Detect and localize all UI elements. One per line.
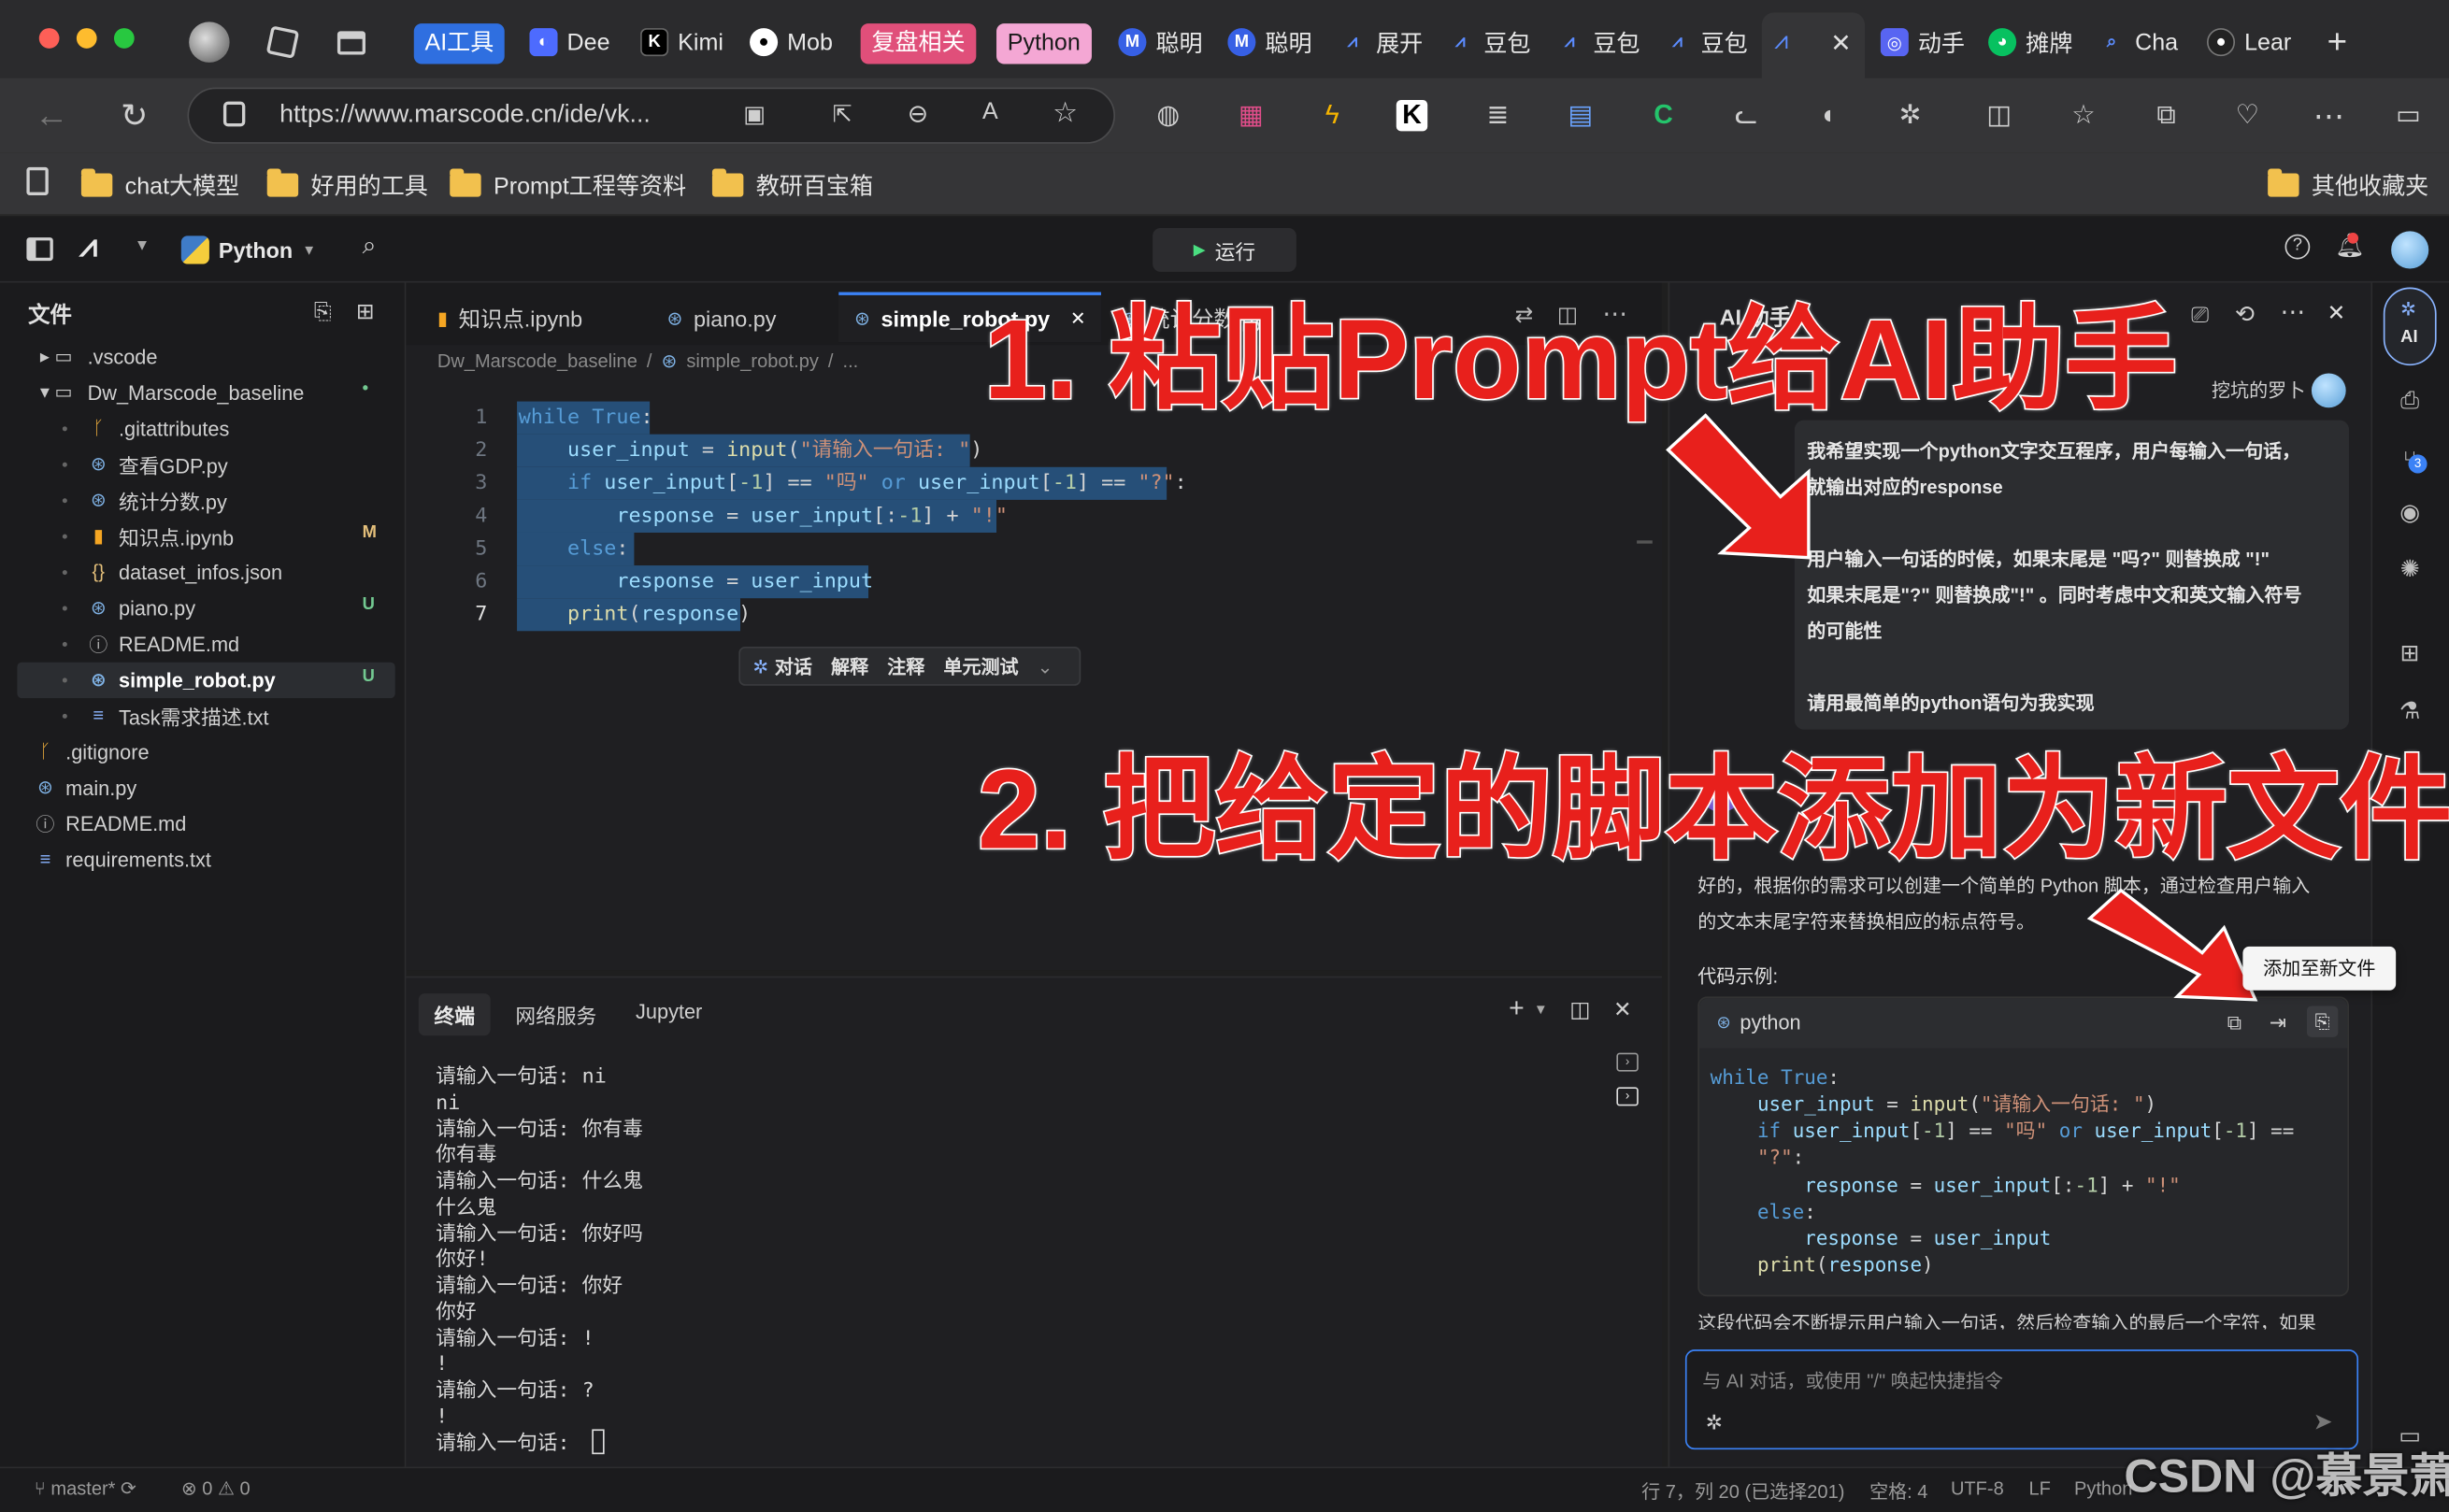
watermark: CSDN @慕景萧 [2124,1450,2449,1503]
add-to-new-file-tooltip: 添加至新文件 [2242,946,2397,991]
annotation-step-1: 1. 粘贴Prompt给AI助手 [982,297,2179,425]
annotation-step-2: 2. 把给定的脚本添加为新文件 [976,747,2449,875]
arrow-to-add-file [2086,888,2258,1002]
arrow-to-prompt [1666,413,1811,560]
